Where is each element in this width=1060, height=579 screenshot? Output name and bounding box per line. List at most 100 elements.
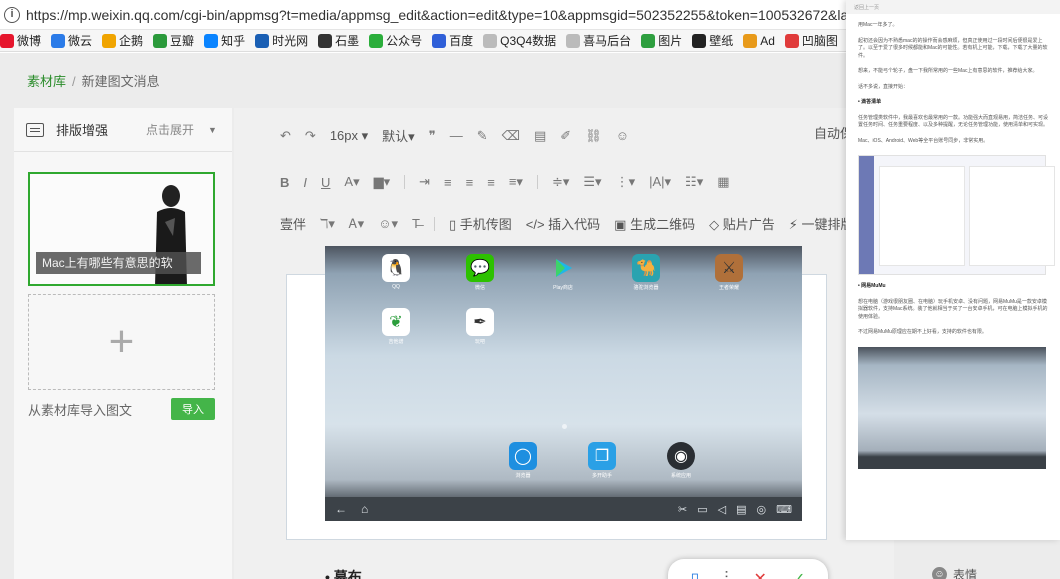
paste-ad-button[interactable]: ◇ 贴片广告 xyxy=(709,214,775,233)
typesetting-header[interactable]: 排版增强 点击展开 ▼ xyxy=(14,108,232,152)
line-spacing-icon[interactable]: ≑▾ xyxy=(552,174,569,190)
divider-icon[interactable]: — xyxy=(450,128,463,143)
clear-format-icon[interactable]: ⌫ xyxy=(502,128,520,144)
volume-icon[interactable]: ◁ xyxy=(718,503,726,516)
align-center-icon[interactable]: ≡ xyxy=(466,175,474,190)
import-button[interactable]: 导入 xyxy=(171,398,215,420)
edit-icon[interactable]: ✐ xyxy=(560,128,571,144)
template-icon[interactable]: ▤ xyxy=(534,128,546,144)
dock-browser: ◯ 浏览器 xyxy=(508,442,538,479)
weibo-icon xyxy=(0,33,14,48)
ordered-list-icon[interactable]: ⋮▾ xyxy=(616,174,636,190)
yiban-label[interactable]: 壹伴 xyxy=(280,214,306,233)
breadcrumb-root[interactable]: 素材库 xyxy=(27,74,66,89)
phone-upload-button[interactable]: ▯ 手机传图 xyxy=(449,214,512,233)
expand-link[interactable]: 点击展开 xyxy=(146,121,194,138)
qrcode-button[interactable]: ▣ 生成二维码 xyxy=(614,214,695,233)
article-preview[interactable]: 返回上一页 用Mac一年多了。 起初还会因为不熟悉mac的的操作而会感麻烦，但真… xyxy=(846,0,1060,540)
bookmark-label: 壁纸 xyxy=(709,34,734,48)
phone-preview-icon[interactable]: ▯ xyxy=(691,569,700,579)
expression-panel[interactable]: ☺ 表情 xyxy=(932,566,977,579)
bold-icon[interactable]: B xyxy=(280,175,289,190)
undo-icon[interactable]: ↶ xyxy=(280,128,291,144)
redo-icon[interactable]: ↷ xyxy=(305,128,316,144)
tablet-screenshot[interactable]: 🐧 QQ 💬 微信 Play商店 🐪 骆驼浏览器 ⚔ 王者荣耀 ❦ 吉他谱 ✒ … xyxy=(325,246,802,521)
import-row: 从素材库导入图文 导入 xyxy=(28,398,215,420)
emoji-icon[interactable]: ☺ xyxy=(616,128,629,143)
bookmark-item[interactable]: 凹脑图 xyxy=(784,32,838,49)
bookmark-label: 企鹅 xyxy=(119,34,144,48)
indent-icon[interactable]: ⇥ xyxy=(419,174,430,190)
table-icon[interactable]: ▦ xyxy=(717,174,729,190)
bookmark-item[interactable]: 石墨 xyxy=(318,32,359,49)
app-camel: 🐪 骆驼浏览器 xyxy=(631,254,661,291)
zhihu-icon xyxy=(204,33,219,48)
import-label: 从素材库导入图文 xyxy=(28,402,133,418)
url-text[interactable]: https://mp.weixin.qq.com/cgi-bin/appmsg?… xyxy=(26,7,866,23)
bookmark-label: 石墨 xyxy=(335,34,360,48)
app-wechat: 💬 微信 xyxy=(465,254,495,291)
font-family-select[interactable]: 默认▾ xyxy=(382,126,415,145)
bookmark-item[interactable]: 时光网 xyxy=(255,32,308,49)
app-leaf: ❦ 吉他谱 xyxy=(381,308,411,345)
layout-menu-icon xyxy=(26,122,44,137)
bookmark-item[interactable]: Ad xyxy=(743,33,775,48)
bookmark-item[interactable]: 知乎 xyxy=(204,32,245,49)
article-p2: 想来，不能弓个轮子，盘一下我所常用的一些Mac上有意思的软件，推荐给大家。 xyxy=(858,68,1038,74)
text-direction-icon[interactable]: |A|▾ xyxy=(649,174,671,190)
link-icon[interactable]: ⛓ xyxy=(585,128,602,144)
strikethrough-icon[interactable]: T̶ xyxy=(412,216,420,231)
typesetting-title: 排版增强 xyxy=(56,123,109,138)
article-cover-card[interactable]: Mac上有哪些有意思的软 xyxy=(28,172,215,286)
bookmark-item[interactable]: 喜马后台 xyxy=(566,32,631,49)
chevron-down-icon[interactable]: ▼ xyxy=(208,125,217,135)
article-p1: 起初还会因为不熟悉mac的的操作而会感麻烦，但真正使用过一段时间后便很是爱上了。… xyxy=(858,37,1048,59)
font-size-select[interactable]: 16px ▾ xyxy=(330,128,368,144)
font-color-icon[interactable]: A▾ xyxy=(344,174,359,190)
article-p5: Mac、iOS、Android、Web等全平台账号同步，非常实用。 xyxy=(858,137,989,144)
bg-color-icon[interactable]: ▆▾ xyxy=(374,174,391,190)
bookmark-item[interactable]: Q3Q4数据 xyxy=(483,32,556,49)
bookmark-item[interactable]: 图片 xyxy=(641,32,682,49)
bullet-list-icon[interactable]: ☷▾ xyxy=(685,174,703,190)
plus-icon: + xyxy=(108,317,135,366)
bookmark-item[interactable]: 微云 xyxy=(51,32,92,49)
home-icon[interactable]: ⌂ xyxy=(361,502,368,516)
bookmark-item[interactable]: 百度 xyxy=(432,32,473,49)
article-intro: 用Mac一年多了。 xyxy=(858,22,898,28)
penguin-icon xyxy=(102,33,117,48)
apk-icon[interactable]: ▤ xyxy=(736,503,746,516)
underline-icon[interactable]: U xyxy=(321,175,330,190)
bookmark-item[interactable]: 壁纸 xyxy=(692,32,733,49)
app-qq: 🐧 QQ xyxy=(381,254,411,290)
insert-code-button[interactable]: </> 插入代码 xyxy=(526,214,600,233)
bookmark-item[interactable]: 企鹅 xyxy=(102,32,143,49)
back-icon[interactable]: ← xyxy=(335,502,347,516)
emoji-picker-icon[interactable]: ☺▾ xyxy=(378,216,398,232)
scissors-icon[interactable]: ✂ xyxy=(678,503,687,516)
app-game: ⚔ 王者荣耀 xyxy=(714,254,744,291)
text-style-icon[interactable]: Ꭺ▾ xyxy=(349,216,364,232)
align-justify-icon[interactable]: ≡▾ xyxy=(509,174,523,190)
bookmark-item[interactable]: 公众号 xyxy=(369,32,422,49)
format-brush-icon[interactable]: ✎ xyxy=(477,128,488,144)
close-icon[interactable]: ✕ xyxy=(754,569,767,579)
location-icon[interactable]: ◎ xyxy=(757,503,767,516)
heading-style-icon[interactable]: ℸ▾ xyxy=(320,216,335,232)
bookmark-item[interactable]: 豆瓣 xyxy=(153,32,194,49)
folder-icon[interactable]: ▭ xyxy=(697,503,707,516)
paragraph-spacing-icon[interactable]: ☰▾ xyxy=(583,174,601,190)
align-left-icon[interactable]: ≡ xyxy=(444,175,452,190)
bookmark-label: 图片 xyxy=(658,34,683,48)
info-icon[interactable]: i xyxy=(4,6,20,23)
image-icon xyxy=(641,33,656,48)
chart-icon[interactable]: ⫶ xyxy=(724,570,728,579)
italic-icon[interactable]: I xyxy=(303,175,307,190)
align-right-icon[interactable]: ≡ xyxy=(487,175,495,190)
add-article-button[interactable]: + xyxy=(28,294,215,390)
bookmark-item[interactable]: 微博 xyxy=(0,32,41,49)
keyboard-icon[interactable]: ⌨ xyxy=(776,503,792,516)
bookmark-label: 微云 xyxy=(68,34,93,48)
quote-icon[interactable]: ❞ xyxy=(429,128,436,144)
check-icon[interactable]: ✓ xyxy=(792,569,805,579)
